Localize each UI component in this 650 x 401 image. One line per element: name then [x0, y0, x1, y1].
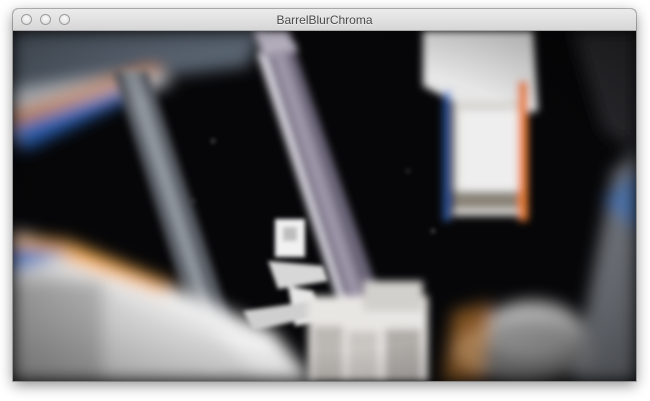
app-window: BarrelBlurChroma — [13, 9, 636, 381]
window-title: BarrelBlurChroma — [276, 13, 373, 27]
title-bar[interactable]: BarrelBlurChroma — [13, 9, 636, 31]
blurred-space-station-image — [13, 31, 636, 381]
render-viewport — [13, 31, 636, 381]
